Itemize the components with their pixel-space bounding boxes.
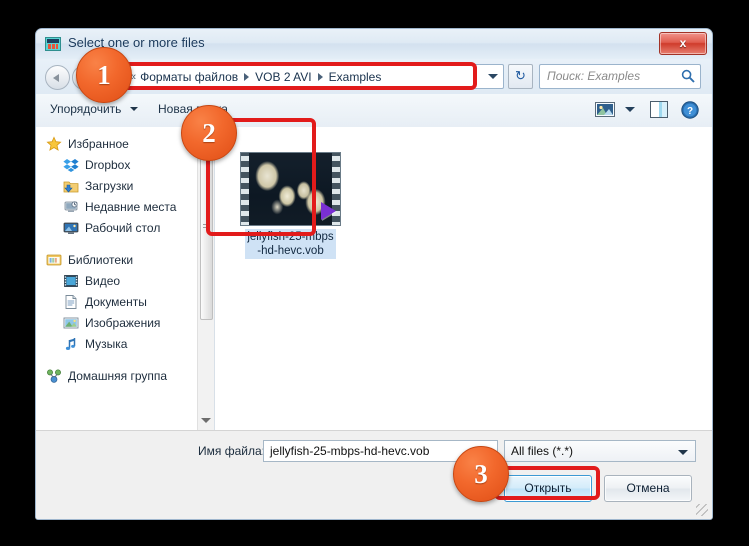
sidebar-item-label: Библиотеки — [68, 252, 134, 267]
organize-label: Упорядочить — [50, 102, 122, 116]
sidebar-item-label: Документы — [85, 294, 147, 309]
star-icon — [46, 135, 62, 152]
breadcrumb-item-0[interactable]: Форматы файлов — [140, 70, 238, 84]
file-name-field-label: Имя файла: — [198, 444, 265, 458]
address-bar-row: « Форматы файлов VOB 2 AVI Examples ↻ По… — [36, 59, 712, 94]
desktop-icon — [63, 220, 79, 236]
thumbnail-image — [249, 153, 332, 225]
sidebar-list: Избранное Dropbox Загрузки Недавние мест… — [36, 127, 196, 386]
sidebar-item-libraries[interactable]: Библиотеки — [36, 249, 196, 270]
documents-icon — [63, 294, 79, 310]
dialog-footer: Имя файла: jellyfish-25-mbps-hd-hevc.vob… — [36, 430, 712, 519]
file-open-dialog: Select one or more files x « Форматы фай… — [35, 28, 713, 520]
breadcrumb: « Форматы файлов VOB 2 AVI Examples — [130, 68, 381, 86]
list-item[interactable]: jellyfish-25-mbps -hd-hevc.vob — [237, 152, 344, 259]
search-input[interactable]: Поиск: Examples — [547, 69, 640, 83]
scrollbar-thumb[interactable] — [200, 133, 213, 320]
view-options-icon[interactable] — [595, 101, 615, 118]
sidebar-item-label: Загрузки — [85, 178, 134, 193]
sidebar-item-label: Музыка — [85, 336, 128, 351]
sidebar-item-documents[interactable]: Документы — [36, 291, 196, 312]
sidebar-item-label: Недавние места — [85, 199, 177, 214]
sidebar-item-label: Dropbox — [85, 157, 131, 172]
search-icon — [681, 69, 695, 83]
help-icon[interactable]: ? — [681, 101, 699, 119]
music-icon — [63, 336, 79, 352]
file-type-filter-select[interactable]: All files (*.*) — [504, 440, 696, 462]
app-icon — [45, 36, 61, 52]
sidebar-item-pictures[interactable]: Изображения — [36, 312, 196, 333]
sidebar-item-video[interactable]: Видео — [36, 270, 196, 291]
dropbox-icon — [63, 157, 79, 173]
breadcrumb-separator-icon — [244, 73, 250, 81]
breadcrumb-separator-icon — [317, 73, 323, 81]
back-button[interactable] — [45, 65, 70, 90]
view-options-chevron-down-icon[interactable] — [625, 107, 635, 112]
pictures-icon — [63, 315, 79, 331]
file-name-line-1: jellyfish-25-mbps — [247, 231, 334, 243]
search-box[interactable]: Поиск: Examples — [539, 64, 701, 89]
file-type-filter-value: All files (*.*) — [511, 444, 574, 458]
screenshot-root: Select one or more files x « Форматы фай… — [0, 0, 749, 546]
annotation-badge-3: 3 — [453, 446, 509, 502]
open-button[interactable]: Открыть — [504, 475, 592, 502]
navigation-sidebar: Избранное Dropbox Загрузки Недавние мест… — [36, 127, 215, 431]
annotation-badge-2: 2 — [181, 105, 237, 161]
downloads-icon — [63, 178, 79, 194]
sidebar-item-favorites[interactable]: Избранное — [36, 133, 196, 154]
file-list-pane[interactable]: jellyfish-25-mbps -hd-hevc.vob — [215, 127, 712, 431]
file-name-line-2: -hd-hevc.vob — [257, 245, 324, 257]
play-overlay-icon — [321, 202, 336, 220]
file-name-label: jellyfish-25-mbps -hd-hevc.vob — [245, 229, 336, 259]
homegroup-icon — [46, 368, 62, 384]
video-thumbnail-jellyfish — [240, 152, 341, 226]
film-strip-left-icon — [241, 153, 249, 225]
recent-icon — [63, 199, 79, 215]
libraries-icon — [46, 252, 62, 268]
breadcrumb-item-1[interactable]: VOB 2 AVI — [255, 70, 311, 84]
annotation-badge-1: 1 — [76, 47, 132, 103]
sidebar-scrollbar[interactable] — [197, 127, 214, 431]
close-button[interactable]: x — [659, 32, 707, 55]
sidebar-item-label: Видео — [85, 273, 121, 288]
sidebar-item-homegroup[interactable]: Домашняя группа — [36, 365, 196, 386]
toolbar: Упорядочить Новая папка — [36, 94, 712, 128]
sidebar-item-label: Избранное — [68, 136, 129, 151]
organize-button[interactable]: Упорядочить — [50, 102, 138, 116]
sidebar-item-desktop[interactable]: Рабочий стол — [36, 217, 196, 238]
sidebar-item-music[interactable]: Музыка — [36, 333, 196, 354]
refresh-button[interactable]: ↻ — [508, 64, 533, 89]
sidebar-item-dropbox[interactable]: Dropbox — [36, 154, 196, 175]
sidebar-item-recent-places[interactable]: Недавние места — [36, 196, 196, 217]
address-bar[interactable]: « Форматы файлов VOB 2 AVI Examples — [123, 64, 504, 89]
sidebar-item-label: Рабочий стол — [85, 220, 161, 235]
chevron-down-icon — [678, 450, 688, 455]
sidebar-item-label: Изображения — [85, 315, 161, 330]
video-icon — [63, 273, 79, 289]
sidebar-item-downloads[interactable]: Загрузки — [36, 175, 196, 196]
chevron-down-icon[interactable] — [488, 74, 498, 79]
chevron-down-icon — [129, 107, 138, 111]
title-bar: Select one or more files x — [36, 29, 712, 60]
back-arrow-icon — [52, 73, 59, 82]
cancel-button[interactable]: Отмена — [604, 475, 692, 502]
scroll-down-icon[interactable] — [201, 418, 211, 423]
breadcrumb-item-2[interactable]: Examples — [329, 70, 382, 84]
resize-grip-icon[interactable] — [696, 504, 708, 516]
preview-pane-icon[interactable] — [650, 101, 668, 118]
scrollbar-grip-icon — [203, 223, 210, 230]
sidebar-item-label: Домашняя группа — [68, 368, 168, 383]
svg-text:?: ? — [687, 106, 693, 117]
window-title: Select one or more files — [68, 35, 205, 50]
